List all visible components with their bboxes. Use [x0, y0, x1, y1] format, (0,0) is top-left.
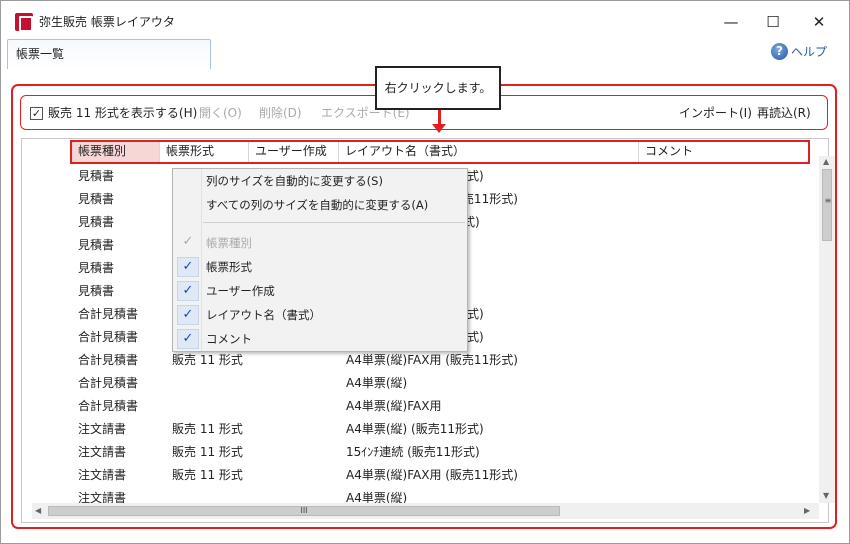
checkmark-icon: ✓ [177, 257, 199, 277]
menu-item-label: 列のサイズを自動的に変更する(S) [206, 174, 383, 188]
cell-layout-name: 15ｲﾝﾁ連続 (販売11形式) [346, 445, 480, 459]
checkmark-icon: ✓ [177, 305, 199, 325]
menu-item-autosize-all[interactable]: すべての列のサイズを自動的に変更する(A) [173, 193, 467, 217]
help-label: ヘルプ [790, 45, 827, 59]
cell-layout-name: A4単票(縦)FAX用 [346, 399, 442, 413]
checkmark-icon: ✓ [177, 329, 199, 349]
cell-layout-name: A4単票(縦)FAX用 (販売11形式) [346, 468, 518, 482]
cell-type: 注文請書 [78, 445, 127, 459]
cell-layout-name: A4単票(縦) (販売11形式) [346, 422, 484, 436]
menu-item-column-toggle[interactable]: ✓ ユーザー作成 [173, 279, 467, 303]
menu-item-label: コメント [206, 332, 252, 346]
title-bar: 弥生販売 帳票レイアウタ — ☐ ✕ [1, 1, 849, 41]
cell-type: 注文請書 [78, 422, 127, 436]
table-row[interactable]: 注文請書 販売 11 形式 A4単票(縦)FAX用 (販売11形式) [22, 464, 812, 487]
cell-type: 合計見積書 [78, 399, 139, 413]
menu-item-autosize-column[interactable]: 列のサイズを自動的に変更する(S) [173, 169, 467, 193]
table-row[interactable]: 注文請書 販売 11 形式 A4単票(縦) (販売11形式) [22, 418, 812, 441]
show-format11-label[interactable]: 販売 11 形式を表示する(H) [48, 106, 197, 120]
help-link[interactable]: ? ヘルプ [770, 43, 827, 60]
cell-type: 見積書 [78, 261, 115, 275]
menu-item-label: 帳票形式 [206, 260, 252, 274]
annotation-callout: 右クリックします。 [375, 66, 501, 110]
app-logo-icon [15, 13, 33, 32]
tab-report-list[interactable]: 帳票一覧 [7, 39, 211, 69]
menu-item-label: 帳票種別 [206, 236, 252, 250]
cell-layout-name: A4単票(縦)FAX用 (販売11形式) [346, 353, 518, 367]
cell-format: 販売 11 形式 [172, 422, 243, 436]
maximize-button[interactable]: ☐ [759, 11, 787, 33]
table-row[interactable]: 合計見積書 A4単票(縦)FAX用 [22, 395, 812, 418]
cell-type: 見積書 [78, 238, 115, 252]
window-title: 弥生販売 帳票レイアウタ [39, 15, 175, 29]
table-row[interactable]: 合計見積書 販売 11 形式 A4単票(縦)FAX用 (販売11形式) [22, 349, 812, 372]
cell-format: 販売 11 形式 [172, 468, 243, 482]
cell-format: 販売 11 形式 [172, 353, 243, 367]
grid-header[interactable]: 帳票種別 帳票形式 ユーザー作成 レイアウト名（書式） コメント [22, 139, 822, 165]
vertical-scroll-thumb[interactable] [822, 169, 833, 241]
header-highlight-box [70, 140, 810, 164]
cell-type: 見積書 [78, 215, 115, 229]
scroll-left-icon[interactable]: ◀ [35, 506, 41, 515]
app-window: 弥生販売 帳票レイアウタ — ☐ ✕ 帳票一覧 ? ヘルプ ✓ 販売 11 形式… [0, 0, 850, 544]
horizontal-scroll-thumb[interactable]: III [48, 506, 560, 516]
annotation-arrow-head-icon [432, 124, 446, 133]
menu-item-column-toggle[interactable]: ✓ 帳票形式 [173, 255, 467, 279]
reload-button[interactable]: 再読込(R) [757, 106, 811, 120]
vertical-scrollbar[interactable]: ▲ ▼ [819, 156, 835, 503]
horizontal-scrollbar[interactable]: ◀ III ▶ [32, 503, 819, 519]
table-row[interactable]: 注文請書 販売 11 形式 15ｲﾝﾁ連続 (販売11形式) [22, 441, 812, 464]
cell-type: 見積書 [78, 192, 115, 206]
table-row[interactable]: 合計見積書 A4単票(縦) [22, 372, 812, 395]
cell-format: 販売 11 形式 [172, 445, 243, 459]
minimize-button[interactable]: — [717, 11, 745, 33]
import-button[interactable]: インポート(I) [679, 106, 752, 120]
tab-label: 帳票一覧 [16, 47, 65, 61]
cell-type: 合計見積書 [78, 330, 139, 344]
help-icon: ? [770, 43, 788, 60]
delete-button[interactable]: 削除(D) [259, 106, 302, 120]
cell-type: 見積書 [78, 284, 115, 298]
menu-item-column-toggle: ✓ 帳票種別 [173, 231, 467, 255]
scroll-right-icon[interactable]: ▶ [804, 506, 810, 515]
menu-item-label: レイアウト名（書式） [206, 308, 321, 322]
checkmark-icon: ✓ [177, 281, 199, 301]
open-button[interactable]: 開く(O) [199, 106, 242, 120]
close-button[interactable]: ✕ [805, 11, 833, 33]
cell-layout-name: A4単票(縦) [346, 376, 408, 390]
menu-item-label: すべての列のサイズを自動的に変更する(A) [206, 198, 429, 212]
cell-type: 見積書 [78, 169, 115, 183]
menu-separator [203, 222, 465, 223]
cell-type: 注文請書 [78, 468, 127, 482]
cell-type: 合計見積書 [78, 353, 139, 367]
checkmark-icon: ✓ [182, 234, 194, 249]
cell-type: 合計見積書 [78, 307, 139, 321]
cell-type: 合計見積書 [78, 376, 139, 390]
menu-item-column-toggle[interactable]: ✓ コメント [173, 327, 467, 351]
scroll-up-icon[interactable]: ▲ [823, 157, 829, 166]
menu-item-column-toggle[interactable]: ✓ レイアウト名（書式） [173, 303, 467, 327]
menu-item-label: ユーザー作成 [206, 284, 275, 298]
scroll-down-icon[interactable]: ▼ [823, 491, 829, 500]
show-format11-checkbox[interactable]: ✓ [30, 107, 43, 120]
column-context-menu: 列のサイズを自動的に変更する(S) すべての列のサイズを自動的に変更する(A) … [172, 168, 468, 352]
